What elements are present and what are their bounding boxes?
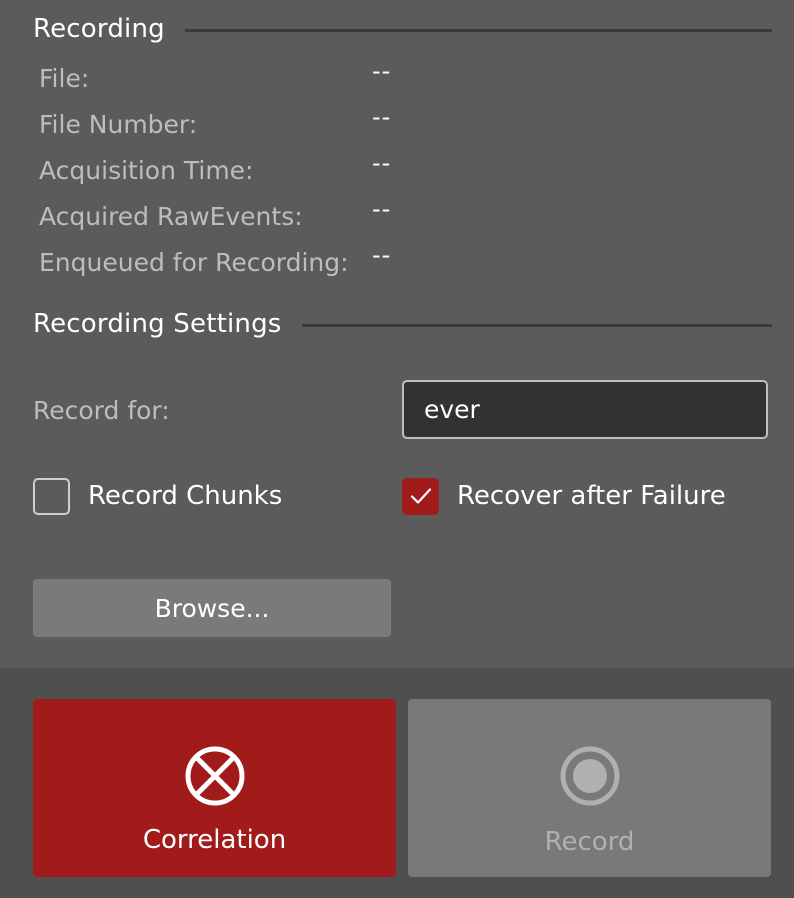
recording-section-title: Recording: [33, 14, 165, 44]
acquired-rawevents-row: Acquired RawEvents: --: [39, 195, 739, 232]
recording-settings-header: Recording Settings: [33, 307, 772, 341]
enqueued-value: --: [372, 241, 392, 269]
section-divider: [184, 29, 772, 32]
recover-after-failure-label: Recover after Failure: [457, 481, 726, 511]
acquired-rawevents-label: Acquired RawEvents:: [39, 202, 303, 231]
section-divider: [301, 324, 772, 327]
record-for-input[interactable]: [402, 380, 768, 439]
record-label: Record: [544, 827, 635, 857]
acquisition-time-label: Acquisition Time:: [39, 156, 254, 185]
correlation-button[interactable]: Correlation: [33, 699, 396, 877]
record-chunks-box[interactable]: [33, 477, 70, 515]
circle-x-icon: [185, 746, 244, 806]
record-for-label: Record for:: [33, 396, 170, 425]
file-value: --: [372, 57, 392, 85]
record-icon: [560, 746, 619, 806]
file-number-value: --: [372, 103, 392, 131]
file-number-label: File Number:: [39, 110, 198, 139]
file-number-row: File Number: --: [39, 103, 739, 140]
record-chunks-label: Record Chunks: [88, 481, 283, 511]
enqueued-label: Enqueued for Recording:: [39, 248, 349, 277]
record-button[interactable]: Record: [408, 699, 771, 877]
browse-button[interactable]: Browse...: [33, 579, 391, 637]
checkmark-icon: [410, 488, 431, 504]
recording-settings-title: Recording Settings: [33, 309, 282, 339]
record-chunks-checkbox[interactable]: Record Chunks: [33, 476, 282, 516]
enqueued-row: Enqueued for Recording: --: [39, 241, 739, 278]
correlation-label: Correlation: [142, 825, 287, 855]
recording-section-header: Recording: [33, 12, 772, 46]
recover-after-failure-checkbox[interactable]: Recover after Failure: [402, 476, 726, 516]
recover-after-failure-box[interactable]: [402, 477, 439, 515]
file-label: File:: [39, 64, 90, 93]
acquisition-time-value: --: [372, 149, 392, 177]
recording-panel: Recording File: -- File Number: -- Acqui…: [0, 0, 794, 668]
acquisition-time-row: Acquisition Time: --: [39, 149, 739, 186]
acquired-rawevents-value: --: [372, 195, 392, 223]
file-row: File: --: [39, 57, 739, 94]
